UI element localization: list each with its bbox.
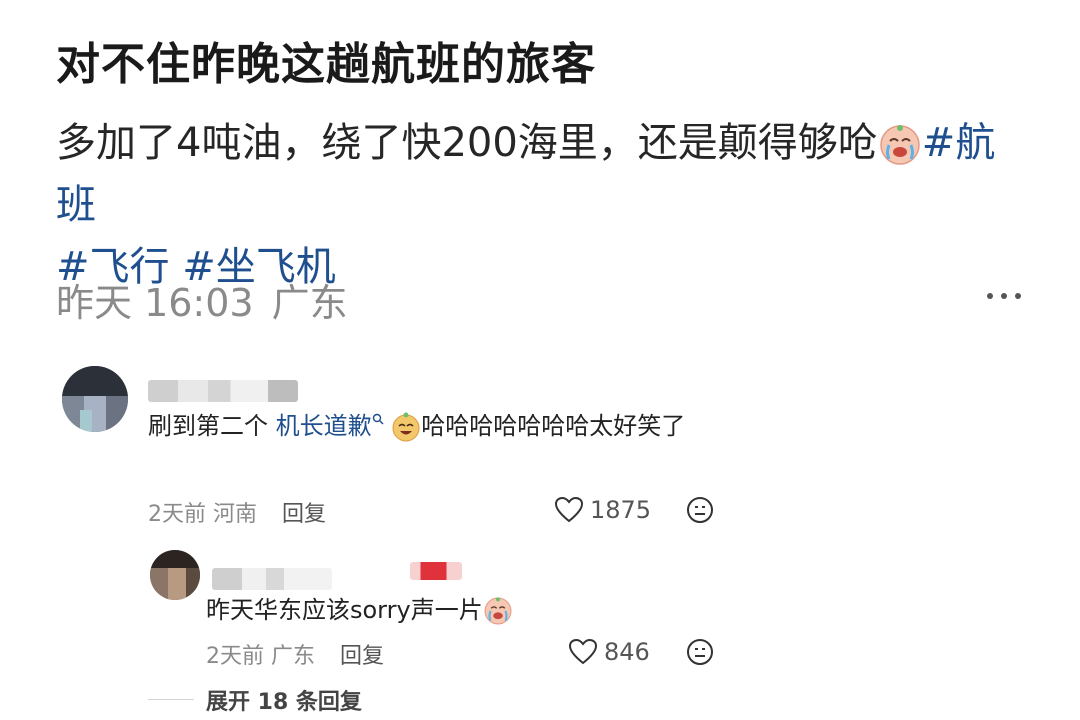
- comment-link-label: 机长道歉: [275, 412, 372, 440]
- reply-button[interactable]: 回复: [340, 644, 384, 669]
- comment-time: 2天前: [148, 502, 206, 527]
- reply-time: 2天前: [206, 644, 264, 669]
- post-meta: 昨天 16:03 广东: [56, 272, 366, 327]
- reply-avatar[interactable]: [150, 550, 200, 600]
- reply-badge-blurred: [410, 562, 462, 580]
- search-icon: [372, 413, 384, 425]
- like-button[interactable]: 1875: [554, 496, 651, 524]
- heart-icon: [568, 638, 598, 665]
- expand-replies-button[interactable]: 展开 18 条回复: [206, 684, 362, 716]
- username-blurred[interactable]: [148, 380, 298, 402]
- reply-button[interactable]: 回复: [282, 502, 326, 527]
- post-body-text: 多加了4吨油，绕了快200海里，还是颠得够呛: [56, 120, 878, 166]
- comment-search-link[interactable]: 机长道歉: [276, 412, 384, 440]
- reaction-face-icon[interactable]: [686, 496, 714, 524]
- comment-text-prefix: 刷到第二个: [148, 412, 268, 440]
- comment-meta: 2天前 河南 回复: [148, 496, 326, 528]
- reply-username-blurred[interactable]: [212, 568, 332, 590]
- reaction-face-icon[interactable]: [686, 638, 714, 666]
- post-body: 多加了4吨油，绕了快200海里，还是颠得够呛 #航班 #飞行 #坐飞机: [56, 112, 1016, 298]
- reply-location: 广东: [271, 644, 316, 669]
- heart-icon: [554, 496, 584, 523]
- comment-text: 刷到第二个 机长道歉 哈哈哈哈哈哈哈太好笑了: [148, 406, 738, 446]
- crying-face-icon: [880, 125, 920, 165]
- more-horizontal-icon[interactable]: [984, 286, 1024, 306]
- reply-text: 昨天华东应该sorry声一片: [206, 590, 513, 630]
- reply-text-content: 昨天华东应该sorry声一片: [206, 596, 483, 624]
- post-title: 对不住昨晚这趟航班的旅客: [56, 39, 596, 90]
- like-button[interactable]: 846: [568, 638, 650, 666]
- comment-location: 河南: [213, 502, 258, 527]
- like-count: 846: [604, 638, 650, 666]
- crying-face-icon: [484, 597, 512, 625]
- like-count: 1875: [590, 496, 652, 524]
- post-location: 广东: [271, 281, 348, 325]
- post-date: 昨天 16:03: [56, 281, 254, 325]
- comment-text-suffix: 哈哈哈哈哈哈哈太好笑了: [421, 412, 686, 440]
- reply-meta: 2天前 广东 回复: [206, 638, 384, 670]
- expand-divider: [148, 699, 194, 700]
- laughing-face-icon: [392, 412, 420, 442]
- avatar[interactable]: [62, 366, 128, 432]
